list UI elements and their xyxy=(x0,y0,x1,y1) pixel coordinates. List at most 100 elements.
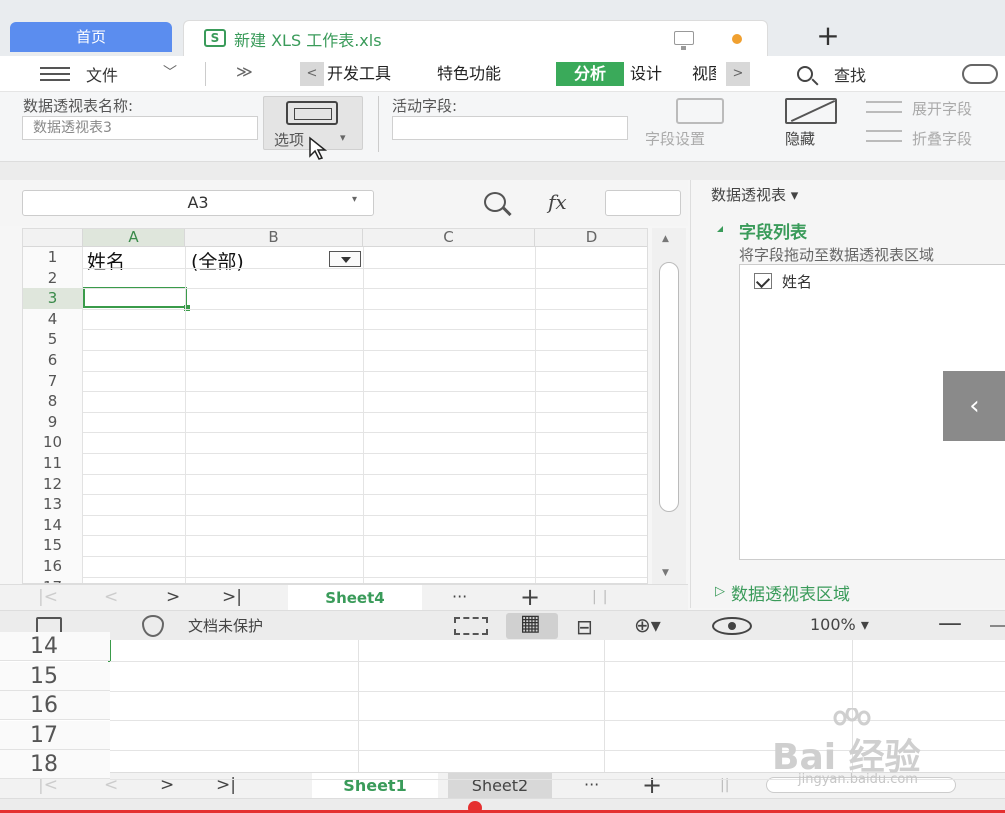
monitor-icon[interactable] xyxy=(674,31,694,50)
collapse-field-button[interactable]: 折叠字段 xyxy=(912,128,972,149)
tab-developer-tools[interactable]: 开发工具 xyxy=(327,62,427,86)
next-sheet-button[interactable]: > xyxy=(166,587,180,607)
field-item-name[interactable]: 姓名 xyxy=(782,271,812,292)
cloud-icon[interactable] xyxy=(962,64,998,84)
reading-mode-icon[interactable]: ⊕▾ xyxy=(634,613,661,637)
scroll-up-icon[interactable]: ▲ xyxy=(662,234,669,244)
active-field-input[interactable] xyxy=(392,116,628,140)
expanded-triangle-icon[interactable] xyxy=(717,226,723,232)
name-box[interactable]: A3 xyxy=(22,190,374,216)
split-handle[interactable]: || xyxy=(592,589,613,605)
scroll-down-icon[interactable]: ▼ xyxy=(662,568,669,578)
selected-cell-a3[interactable] xyxy=(83,287,190,311)
row-header[interactable]: 11 xyxy=(23,453,83,474)
collapsed-triangle-icon[interactable]: ▷ xyxy=(715,584,725,599)
row-header[interactable]: 16 xyxy=(0,691,110,720)
new-tab-button[interactable]: + xyxy=(808,20,848,52)
row-header[interactable]: 2 xyxy=(23,267,83,289)
pane-title-dropdown[interactable]: 数据透视表 ▾ xyxy=(711,184,798,205)
row-header[interactable]: 17 xyxy=(0,720,110,750)
zoom-out-button[interactable]: — xyxy=(938,609,962,637)
more-menus-button[interactable]: ≫ xyxy=(236,62,253,81)
column-header-b[interactable]: B xyxy=(185,229,363,247)
chevron-down-icon[interactable]: ▾ xyxy=(352,194,357,205)
sheet-tab-sheet4[interactable]: Sheet4 xyxy=(288,585,422,611)
row-header[interactable]: 15 xyxy=(23,535,83,556)
row-header[interactable]: 13 xyxy=(23,494,83,515)
row-header[interactable]: 3 xyxy=(23,288,83,309)
next-sheet-button[interactable]: > xyxy=(160,775,174,795)
zoom-level-dropdown[interactable]: 100% ▾ xyxy=(810,615,869,634)
more-sheets-button[interactable]: ··· xyxy=(452,587,467,606)
column-header-a[interactable]: A xyxy=(83,229,185,247)
tab-analyze[interactable]: 分析 xyxy=(556,62,624,86)
last-sheet-button[interactable]: >| xyxy=(222,587,242,607)
cell-a1[interactable]: 姓名 xyxy=(87,247,125,274)
row-header[interactable]: 6 xyxy=(23,350,83,371)
home-tab[interactable]: 首页 xyxy=(10,22,172,52)
page-break-view-icon[interactable]: ⊟ xyxy=(576,615,593,639)
sheet-tab-sheet2[interactable]: Sheet2 xyxy=(448,773,552,799)
field-checkbox-name[interactable] xyxy=(754,273,772,289)
row-header[interactable]: 14 xyxy=(0,632,110,661)
add-sheet-button[interactable]: + xyxy=(642,771,662,799)
tab-view[interactable]: 视图 xyxy=(692,62,716,86)
hide-button[interactable]: 隐藏 xyxy=(785,128,815,149)
collapse-field-icon[interactable] xyxy=(866,130,902,142)
pivot-table-name-input[interactable]: 数据透视表3 xyxy=(22,116,258,140)
document-protection-status[interactable]: 文档未保护 xyxy=(188,615,263,636)
row-header[interactable]: 16 xyxy=(23,556,83,577)
row-header[interactable]: 12 xyxy=(23,473,83,495)
find-button[interactable]: 查找 xyxy=(834,62,866,86)
ribbon-scroll-left-button[interactable]: < xyxy=(300,62,324,86)
search-icon[interactable] xyxy=(797,66,813,82)
pivot-table-areas-header[interactable]: 数据透视表区域 xyxy=(731,580,850,605)
document-tab[interactable]: S 新建 XLS 工作表.xls xyxy=(183,20,768,56)
field-list-header[interactable]: 字段列表 xyxy=(739,218,807,243)
row-header[interactable]: 10 xyxy=(23,432,83,453)
row-header[interactable]: 8 xyxy=(23,391,83,412)
hamburger-menu-icon[interactable] xyxy=(40,67,70,81)
vertical-scrollbar[interactable]: ▲ ▼ xyxy=(652,228,686,584)
row-header[interactable]: 5 xyxy=(23,329,83,350)
row-header[interactable]: 18 xyxy=(0,750,110,779)
column-header-c[interactable]: C xyxy=(363,229,535,247)
column-header-d[interactable]: D xyxy=(535,229,647,247)
ribbon-scroll-right-button[interactable]: > xyxy=(726,62,750,86)
shield-icon[interactable] xyxy=(142,615,164,637)
chevron-down-icon[interactable]: ﹀ xyxy=(163,62,177,82)
expand-field-icon[interactable] xyxy=(866,101,902,113)
row-header[interactable]: 17 xyxy=(23,576,83,583)
filter-dropdown-button[interactable] xyxy=(329,251,361,267)
formula-input[interactable] xyxy=(605,190,681,216)
row-header[interactable]: 9 xyxy=(23,411,83,433)
row-header[interactable]: 4 xyxy=(23,308,83,330)
row-header[interactable]: 15 xyxy=(0,661,110,691)
collapse-pane-button[interactable]: ‹ xyxy=(943,371,1005,441)
row-header[interactable]: 7 xyxy=(23,370,83,392)
more-sheets-button[interactable]: ··· xyxy=(584,775,599,794)
field-settings-icon[interactable] xyxy=(676,98,724,124)
select-all-corner[interactable] xyxy=(23,229,83,247)
tab-special-features[interactable]: 特色功能 xyxy=(437,62,552,86)
sheet-tab-sheet1[interactable]: Sheet1 xyxy=(312,773,438,799)
file-menu[interactable]: 文件 xyxy=(86,62,118,86)
previous-sheet-button[interactable]: < xyxy=(104,587,118,607)
spreadsheet-grid[interactable]: A B C D 姓名 (全部) 123456789101112131415161… xyxy=(22,228,648,584)
normal-view-icon[interactable] xyxy=(506,611,558,639)
eye-protection-icon[interactable] xyxy=(712,617,752,635)
add-sheet-button[interactable]: + xyxy=(520,583,540,611)
row-header[interactable]: 14 xyxy=(23,514,83,536)
fullscreen-view-icon[interactable] xyxy=(454,617,488,635)
scrollbar-thumb[interactable] xyxy=(659,262,679,512)
cell-b1[interactable]: (全部) xyxy=(191,247,244,274)
first-sheet-button[interactable]: |< xyxy=(38,587,58,607)
row-header[interactable]: 1 xyxy=(23,247,83,268)
zoom-slider[interactable] xyxy=(990,625,1005,627)
last-sheet-button[interactable]: >| xyxy=(216,775,236,795)
expand-field-button[interactable]: 展开字段 xyxy=(912,98,972,119)
field-settings-button[interactable]: 字段设置 xyxy=(645,128,705,149)
function-icon[interactable]: fx xyxy=(548,190,567,214)
hide-icon[interactable] xyxy=(785,98,837,124)
tab-design[interactable]: 设计 xyxy=(630,62,688,86)
